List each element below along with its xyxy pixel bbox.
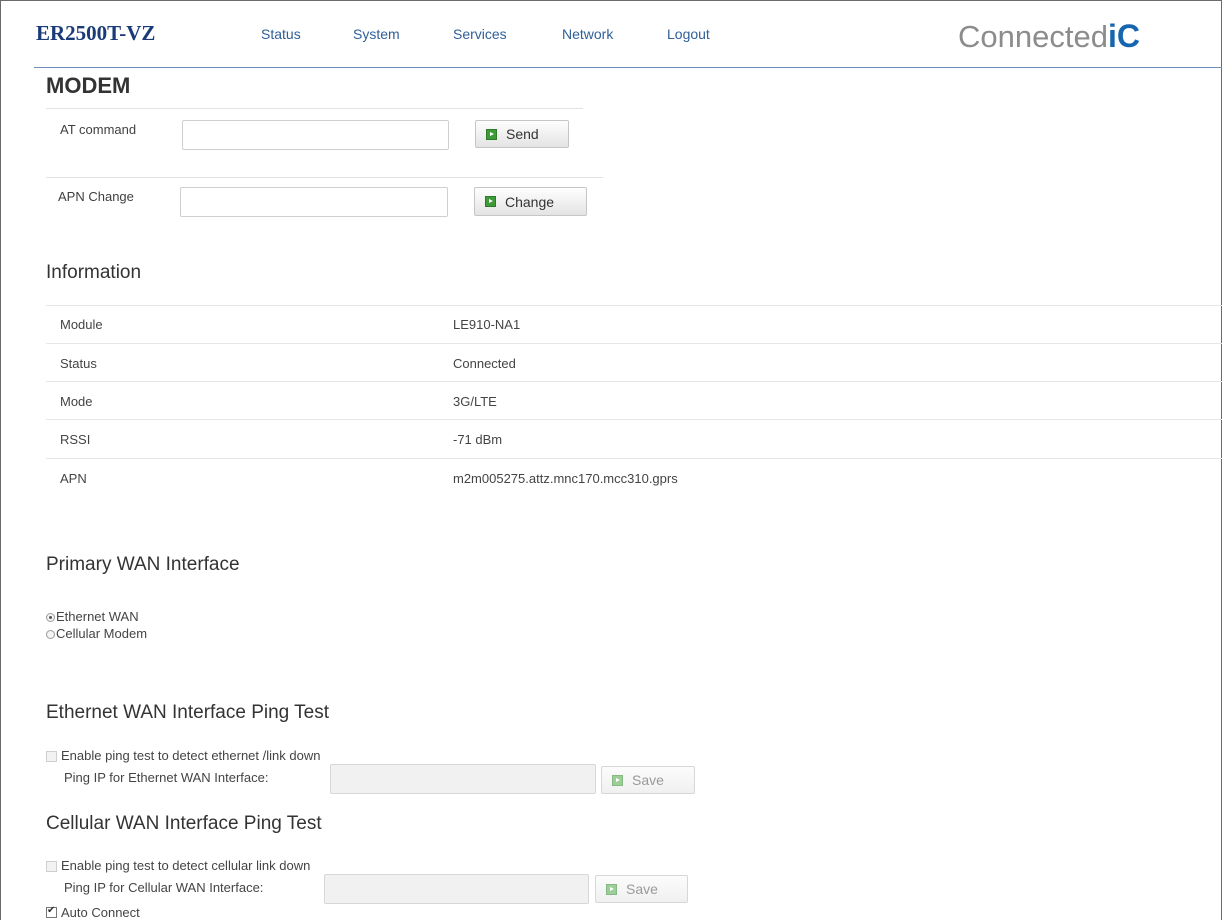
send-button[interactable]: Send [475, 120, 569, 148]
save-icon [606, 883, 617, 895]
info-value-mode: 3G/LTE [453, 394, 497, 409]
cellular-ping-save-button[interactable]: Save [595, 875, 688, 903]
device-model-title: ER2500T-VZ [36, 21, 156, 45]
ethernet-ping-title: Ethernet WAN Interface Ping Test [46, 702, 330, 723]
cellular-modem-label[interactable]: Cellular Modem [56, 626, 147, 641]
send-button-label: Send [506, 126, 539, 142]
cellular-ping-enable-checkbox[interactable] [46, 861, 57, 872]
info-label-rssi: RSSI [60, 432, 91, 447]
change-button[interactable]: Change [474, 187, 587, 216]
change-button-label: Change [505, 193, 555, 210]
info-label-mode: Mode [60, 394, 93, 409]
info-value-apn: m2m005275.attz.mnc170.mcc310.gprs [453, 471, 678, 486]
apn-change-label: APN Change [58, 189, 134, 204]
apn-change-input[interactable] [180, 187, 448, 217]
send-icon [486, 128, 497, 140]
ethernet-ping-enable-label: Enable ping test to detect ethernet /lin… [61, 748, 321, 763]
modem-title: MODEM [46, 73, 131, 98]
logo-text: Connected [958, 19, 1108, 54]
connectedic-logo: ConnectediC [958, 18, 1140, 55]
row-divider [46, 419, 1222, 420]
row-divider [46, 343, 1222, 344]
row-divider [46, 381, 1222, 382]
nav-system[interactable]: System [353, 26, 400, 42]
row-divider [46, 458, 1222, 459]
ethernet-ping-ip-label: Ping IP for Ethernet WAN Interface: [64, 770, 269, 785]
logo-mark: iC [1107, 18, 1140, 54]
cellular-ping-save-label: Save [626, 881, 658, 897]
info-label-module: Module [60, 317, 103, 332]
cellular-modem-radio[interactable] [46, 630, 55, 639]
cellular-ping-ip-input[interactable] [324, 874, 589, 904]
change-icon [485, 196, 496, 207]
ethernet-wan-label[interactable]: Ethernet WAN [56, 609, 139, 624]
info-label-apn: APN [60, 471, 87, 486]
info-value-module: LE910-NA1 [453, 317, 521, 332]
at-command-label: AT command [60, 122, 137, 137]
ethernet-ping-save-label: Save [632, 772, 664, 788]
information-title: Information [46, 262, 142, 283]
ethernet-ping-ip-input[interactable] [330, 764, 596, 794]
at-command-input[interactable] [182, 120, 449, 150]
ethernet-ping-save-button[interactable]: Save [601, 766, 695, 794]
cellular-ping-title: Cellular WAN Interface Ping Test [46, 813, 322, 834]
nav-network[interactable]: Network [562, 26, 613, 42]
divider [46, 108, 583, 109]
ethernet-wan-radio[interactable] [46, 613, 55, 622]
save-icon [612, 774, 623, 786]
header-divider [34, 67, 1222, 68]
primary-wan-title: Primary WAN Interface [46, 554, 240, 575]
row-divider [46, 305, 1222, 306]
nav-services[interactable]: Services [453, 26, 507, 42]
info-value-status: Connected [453, 356, 516, 371]
top-header: ER2500T-VZ Status System Services Networ… [0, 0, 1222, 68]
info-value-rssi: -71 dBm [453, 432, 503, 447]
nav-status[interactable]: Status [261, 26, 301, 42]
auto-connect-label: Auto Connect [61, 905, 140, 920]
cellular-ping-enable-label: Enable ping test to detect cellular link… [61, 858, 311, 873]
auto-connect-checkbox[interactable] [46, 905, 57, 918]
ethernet-ping-enable-checkbox[interactable] [46, 751, 57, 762]
cellular-ping-ip-label: Ping IP for Cellular WAN Interface: [64, 880, 264, 895]
divider [46, 177, 603, 178]
info-label-status: Status [60, 356, 97, 371]
nav-logout[interactable]: Logout [667, 26, 710, 42]
